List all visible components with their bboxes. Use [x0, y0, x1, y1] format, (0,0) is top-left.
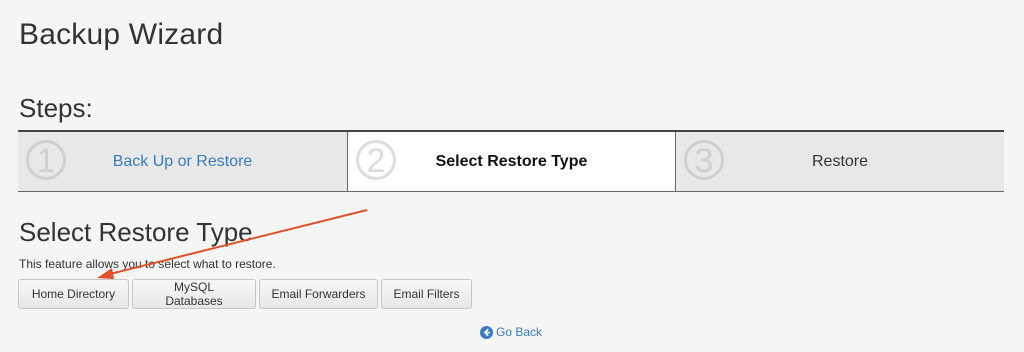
page-title: Backup Wizard [19, 18, 224, 51]
steps-heading: Steps: [19, 93, 93, 123]
backup-wizard-page: Backup Wizard Steps: 1 Back Up or Restor… [0, 0, 1024, 352]
section-title: Select Restore Type [19, 217, 253, 247]
step-number-circle: 2 [356, 140, 396, 180]
email-forwarders-button[interactable]: Email Forwarders [259, 279, 378, 309]
email-filters-button[interactable]: Email Filters [381, 279, 472, 309]
steps-bar: 1 Back Up or Restore 2 Select Restore Ty… [18, 130, 1004, 192]
step-restore: 3 Restore [676, 132, 1004, 191]
step-select-restore-type: 2 Select Restore Type [348, 132, 676, 191]
step-label[interactable]: Back Up or Restore [113, 153, 253, 171]
go-back-link[interactable]: Go Back [480, 325, 542, 339]
mysql-databases-button[interactable]: MySQL Databases [132, 279, 256, 309]
go-back-label[interactable]: Go Back [496, 325, 542, 339]
home-directory-button[interactable]: Home Directory [18, 279, 129, 309]
step-label: Select Restore Type [435, 152, 588, 170]
step-back-up-or-restore[interactable]: 1 Back Up or Restore [18, 132, 348, 191]
restore-type-buttons: Home Directory MySQL Databases Email For… [18, 279, 472, 309]
step-number-circle: 3 [684, 140, 724, 180]
arrow-circle-left-icon [480, 325, 493, 339]
section-description: This feature allows you to select what t… [19, 257, 276, 271]
step-label: Restore [811, 152, 869, 170]
step-number-circle: 1 [26, 140, 66, 180]
